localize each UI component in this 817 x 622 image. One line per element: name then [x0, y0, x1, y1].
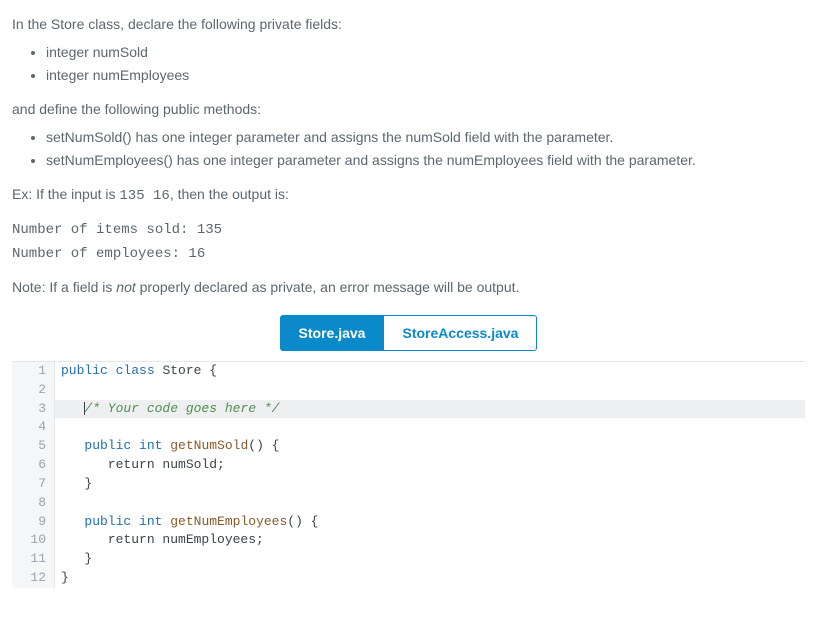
example-suffix: , then the output is:	[170, 186, 289, 202]
code-line[interactable]: 12 }	[12, 569, 805, 588]
example-line: Ex: If the input is 135 16, then the out…	[12, 184, 805, 208]
code-line[interactable]: 2	[12, 381, 805, 400]
note-line: Note: If a field is not properly declare…	[12, 277, 805, 299]
example-input: 135 16	[119, 188, 169, 204]
line-number: 10	[12, 531, 55, 550]
code-text: () {	[287, 514, 318, 529]
note-prefix: Note: If a field is	[12, 279, 116, 295]
method-item: setNumSold() has one integer parameter a…	[46, 127, 805, 149]
code-text: Store {	[155, 363, 217, 378]
code-line[interactable]: 1 public class Store {	[12, 362, 805, 381]
code-text	[61, 514, 84, 529]
code-text	[61, 438, 84, 453]
file-tabs: Store.java StoreAccess.java	[12, 315, 805, 351]
code-line[interactable]: 9 public int getNumEmployees() {	[12, 513, 805, 532]
example-prefix: Ex: If the input is	[12, 186, 119, 202]
line-number: 9	[12, 513, 55, 532]
code-text: return numSold;	[55, 456, 805, 475]
code-text: }	[55, 475, 805, 494]
line-number: 3	[12, 400, 55, 419]
code-text: () {	[248, 438, 279, 453]
code-line[interactable]: 11 }	[12, 550, 805, 569]
code-text: return numEmployees;	[55, 531, 805, 550]
line-number: 12	[12, 569, 55, 588]
example-output-2: Number of employees: 16	[12, 244, 805, 266]
tab-storeaccess-java[interactable]: StoreAccess.java	[383, 315, 537, 351]
code-line[interactable]: 7 }	[12, 475, 805, 494]
methods-list: setNumSold() has one integer parameter a…	[12, 127, 805, 172]
field-item: integer numEmployees	[46, 65, 805, 87]
line-number: 1	[12, 362, 55, 381]
tab-store-java[interactable]: Store.java	[280, 315, 384, 351]
code-line[interactable]: 6 return numSold;	[12, 456, 805, 475]
keyword: int	[139, 438, 162, 453]
line-number: 11	[12, 550, 55, 569]
keyword: int	[139, 514, 162, 529]
example-output-1: Number of items sold: 135	[12, 220, 805, 242]
code-line[interactable]: 4	[12, 418, 805, 437]
comment: /* Your code goes here */	[84, 401, 279, 416]
field-item: integer numSold	[46, 42, 805, 64]
method-item: setNumEmployees() has one integer parame…	[46, 150, 805, 172]
code-text: }	[55, 550, 805, 569]
line-number: 6	[12, 456, 55, 475]
method-name: getNumSold	[170, 438, 248, 453]
code-line[interactable]: 8	[12, 494, 805, 513]
line-number: 7	[12, 475, 55, 494]
line-number: 5	[12, 437, 55, 456]
intro-text: In the Store class, declare the followin…	[12, 14, 805, 36]
code-line[interactable]: 5 public int getNumSold() {	[12, 437, 805, 456]
keyword: public	[84, 438, 131, 453]
keyword: class	[116, 363, 155, 378]
code-text: }	[55, 569, 805, 588]
line-number: 4	[12, 418, 55, 437]
note-suffix: properly declared as private, an error m…	[136, 279, 520, 295]
methods-intro: and define the following public methods:	[12, 99, 805, 121]
fields-list: integer numSold integer numEmployees	[12, 42, 805, 87]
keyword: public	[84, 514, 131, 529]
code-line[interactable]: 10 return numEmployees;	[12, 531, 805, 550]
code-editor[interactable]: 1 public class Store { 2 3 /* Your code …	[12, 361, 805, 588]
line-number: 8	[12, 494, 55, 513]
problem-statement: In the Store class, declare the followin…	[12, 14, 805, 299]
line-number: 2	[12, 381, 55, 400]
note-em: not	[116, 279, 135, 295]
method-name: getNumEmployees	[170, 514, 287, 529]
code-line-active[interactable]: 3 /* Your code goes here */	[12, 400, 805, 419]
keyword: public	[61, 363, 108, 378]
